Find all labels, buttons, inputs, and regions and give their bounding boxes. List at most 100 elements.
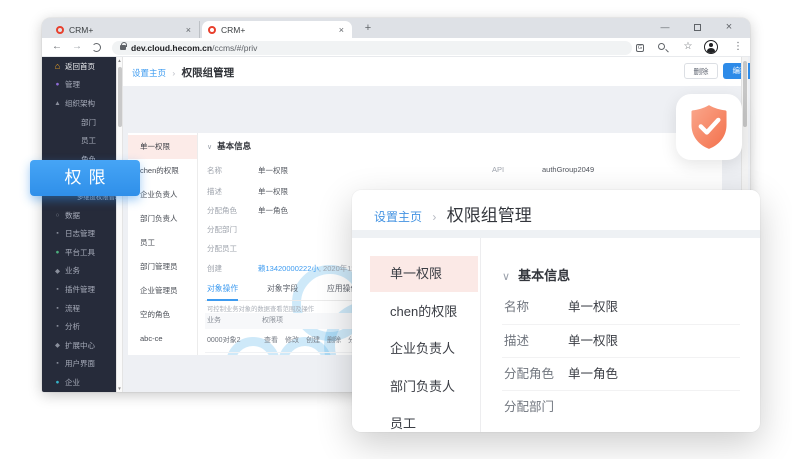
business-object-name: 不可以 [207,353,228,356]
sidebar-item-插件管理[interactable]: ▪插件管理 [42,280,116,299]
browser-tab-inactive[interactable]: CRM+ × [50,21,200,38]
perm-group-item[interactable]: 部门负责人 [128,207,197,231]
permission-tag[interactable]: 删除 [327,329,341,353]
browser-menu-icon[interactable]: ⋮ [730,38,746,57]
tab-hint-text: 可控制业务对象的数据查看范围及操作 [207,304,314,313]
sidebar-item-label: 流程 [65,303,80,314]
perm-group-item[interactable]: 企业管理员 [128,279,197,303]
perm-group-item[interactable]: 员工 [370,406,478,432]
field-分配角色: 分配角色单一角色 [502,357,740,390]
sidebar-item-label: 数据 [65,210,80,221]
sidebar-item-日志管理[interactable]: ▪日志管理 [42,224,116,243]
translate-icon[interactable]: G [632,38,648,57]
sidebar-item-数据[interactable]: ○数据 [42,206,116,225]
sidebar-item-组织架构[interactable]: ▲组织架构 [42,94,116,113]
url-omnibox[interactable]: dev.cloud.hecom.cn/ccms/#/priv [112,41,632,55]
url-text: dev.cloud.hecom.cn/ccms/#/priv [131,43,257,53]
breadcrumb-separator: › [172,68,175,78]
field-value: 单一权限 [568,325,618,358]
collapse-caret-icon[interactable]: ∨ [207,144,212,151]
window-minimize-button[interactable]: — [650,18,680,38]
zoom-search-icon[interactable] [658,43,665,50]
tab-close-icon[interactable]: × [184,25,193,35]
breadcrumb: 设置主页 › 权限组管理 [374,201,532,226]
permission-tag[interactable]: 创建 [306,353,320,356]
collapse-caret-icon[interactable]: ∨ [502,271,510,283]
perm-group-item[interactable]: 单一权限 [370,256,478,292]
sidebar-scrollbar[interactable]: ▲ ▼ [116,57,123,392]
breadcrumb-link[interactable]: 设置主页 [132,68,166,78]
sidebar-item-返回首页[interactable]: ⌂返回首页 [42,57,116,76]
field-value: 单一角色 [568,358,618,391]
flow-icon: ▪ [52,305,63,312]
perm-group-item[interactable]: 单一权限 [128,135,197,159]
sidebar-item-员工[interactable]: 员工 [42,131,116,150]
section-basic-info: ∨基本信息 [502,265,570,284]
page-title: 权限组管理 [447,206,532,225]
field-描述: 描述单一权限 [502,324,740,357]
perm-group-item[interactable]: lin权限 [128,351,197,355]
sidebar-item-企业[interactable]: ●企业 [42,373,116,392]
profile-avatar[interactable] [704,40,718,54]
scroll-down-icon[interactable]: ▼ [117,386,122,391]
zoom-content: 单一权限chen的权限企业负责人部门负责人员工 ∨基本信息 名称单一权限描述单一… [352,238,760,432]
sidebar-item-分析[interactable]: ▪分析 [42,317,116,336]
sidebar-item-管理[interactable]: ●管理 [42,76,116,95]
permission-tag[interactable]: 查看 [264,353,278,356]
scrollbar-thumb[interactable] [118,67,122,127]
perm-group-item[interactable]: 部门负责人 [370,369,478,405]
sidebar-item-label: 插件管理 [65,284,95,295]
perm-group-item[interactable]: 员工 [128,231,197,255]
sidebar-item-label: 扩展中心 [65,340,95,351]
delete-button[interactable]: 删除 [684,63,718,79]
reload-icon[interactable] [92,43,101,52]
perm-group-item[interactable]: abc-ce [128,327,197,351]
created-by-link[interactable]: 赖13420000222小 [258,264,319,273]
sidebar-item-label: 业务 [65,265,80,276]
permission-tag[interactable]: 修改 [285,353,299,356]
back-button-icon[interactable]: ← [48,38,66,57]
sidebar-item-流程[interactable]: ▪流程 [42,299,116,318]
sidebar-item-业务[interactable]: ◆业务 [42,262,116,281]
zoom-preview-panel: 设置主页 › 权限组管理 单一权限chen的权限企业负责人部门负责人员工 ∨基本… [352,190,760,432]
tab-close-icon[interactable]: × [337,25,346,35]
new-tab-button[interactable]: + [360,21,376,37]
tab-title: CRM+ [221,25,337,35]
window-maximize-button[interactable] [682,18,712,38]
maximize-icon [694,24,701,31]
scroll-up-icon[interactable]: ▲ [117,58,122,63]
permission-tag[interactable]: 查看 [264,329,278,353]
bookmark-star-icon[interactable]: ☆ [680,38,696,57]
tab-对象字段[interactable]: 对象字段 [267,283,298,299]
clock-icon: ○ [52,212,63,219]
field-label: 名称 [504,291,529,324]
permission-tag[interactable]: 创建 [306,329,320,353]
breadcrumb-link[interactable]: 设置主页 [374,210,422,224]
permission-tag[interactable]: 修改 [285,329,299,353]
breadcrumb: 设置主页 › 权限组管理 [132,65,234,80]
chart-icon: ▪ [52,323,63,330]
sidebar-item-label: 员工 [81,135,96,146]
sidebar-item-扩展中心[interactable]: ◆扩展中心 [42,336,116,355]
sidebar-item-用户界面[interactable]: ▪用户界面 [42,355,116,374]
section-basic-info: ∨基本信息 [207,140,251,152]
permission-tag[interactable]: 删除 [327,353,341,356]
field-label: 分配部门 [504,391,554,424]
perm-group-item[interactable]: 空的角色 [128,303,197,327]
window-close-button[interactable]: × [714,18,744,38]
https-lock-icon [120,45,126,50]
sidebar-item-平台工具[interactable]: ●平台工具 [42,243,116,262]
scrollbar-thumb[interactable] [743,61,747,127]
perm-group-item[interactable]: chen的权限 [370,294,478,330]
extension-icon: ◆ [52,341,63,349]
field-label: 分配角色 [504,358,554,391]
forward-button-icon[interactable]: → [68,38,86,57]
biz-icon: ◆ [52,267,63,275]
browser-tab-active[interactable]: CRM+ × [202,21,352,38]
tab-对象操作[interactable]: 对象操作 [207,283,238,301]
perm-group-item[interactable]: 部门管理员 [128,255,197,279]
perm-group-item[interactable]: 企业负责人 [370,331,478,367]
sidebar-item-label: 组织架构 [65,98,95,109]
address-bar: ← → dev.cloud.hecom.cn/ccms/#/priv G ☆ ⋮ [42,38,750,57]
sidebar-item-部门[interactable]: 部门 [42,113,116,132]
